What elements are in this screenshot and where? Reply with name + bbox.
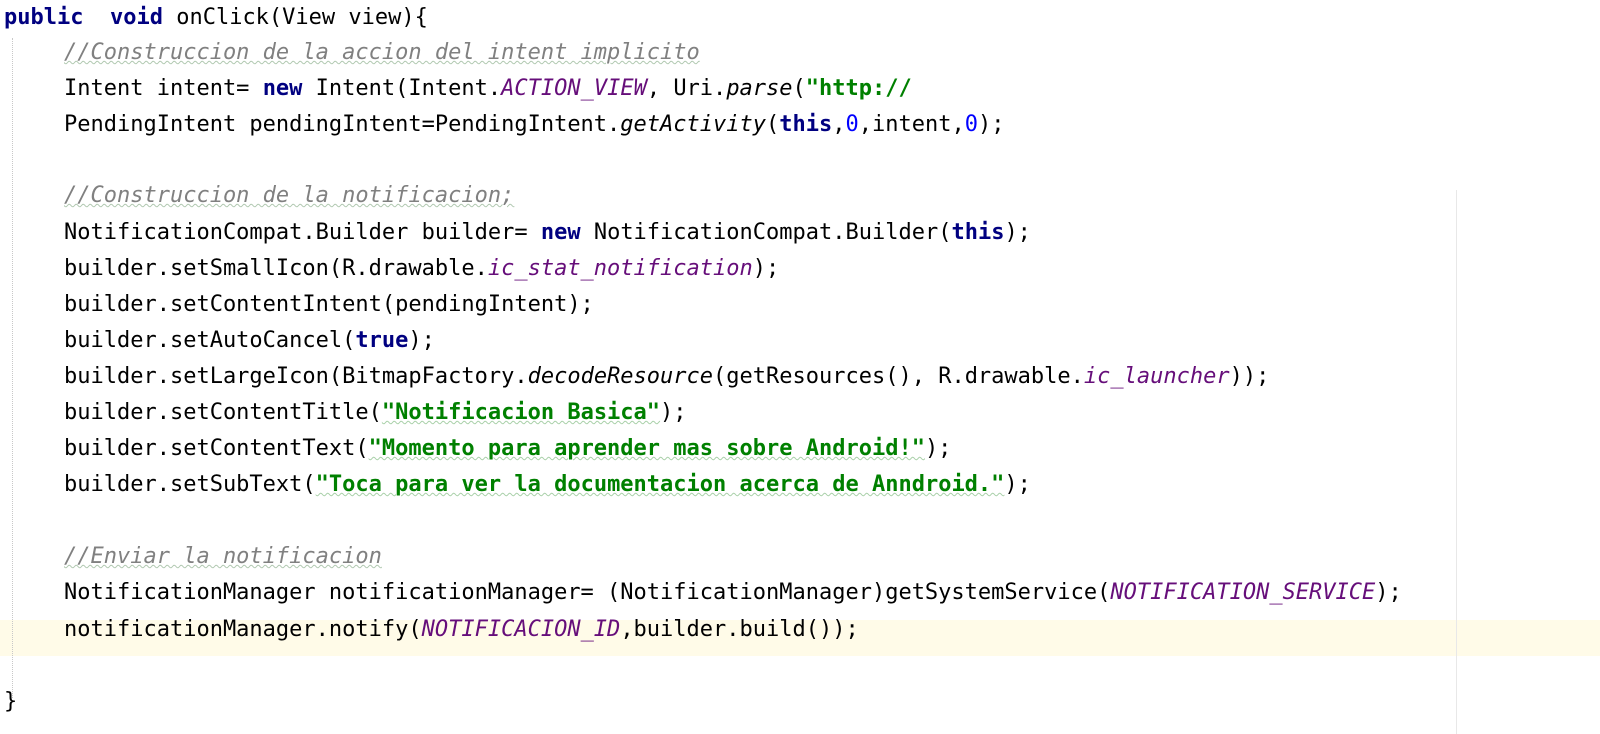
code-text: notificationManager.notify( (64, 617, 422, 642)
code-line-6[interactable]: //Construccion de la notificacion; (64, 178, 514, 214)
code-line-1[interactable]: public void onClick(View view){ (4, 0, 428, 36)
string-literal: "Toca para ver la documentacion acerca d… (315, 472, 1005, 497)
code-text: NotificationCompat.Builder builder= (64, 220, 541, 245)
code-text: builder.setLargeIcon(BitmapFactory. (64, 364, 528, 389)
constant-field: NOTIFICACION_ID (421, 617, 621, 642)
code-text: builder.setSubText( (64, 472, 316, 497)
code-line-20[interactable]: } (4, 684, 17, 720)
code-line-7[interactable]: NotificationCompat.Builder builder= new … (64, 215, 1031, 251)
method-signature: onClick(View view){ (162, 5, 428, 30)
code-text: NotificationManager notificationManager=… (64, 580, 1111, 605)
code-text: NotificationCompat.Builder( (580, 220, 952, 245)
code-text: , Uri. (646, 76, 727, 101)
keyword-void: void (109, 5, 163, 30)
constant-field: ACTION_VIEW (501, 76, 647, 101)
code-text: PendingIntent pendingIntent=PendingInten… (64, 112, 621, 137)
code-text: ); (1004, 472, 1031, 497)
comment: //Construccion de la accion del intent i… (64, 40, 700, 65)
code-text: ); (408, 328, 435, 353)
code-text: ( (792, 76, 806, 101)
code-line-8[interactable]: builder.setSmallIcon(R.drawable.ic_stat_… (64, 251, 779, 287)
code-line-17[interactable]: NotificationManager notificationManager=… (64, 575, 1402, 611)
static-method: parse (726, 76, 793, 101)
static-method: getActivity (620, 112, 766, 137)
indent-guide (12, 38, 13, 698)
code-line-4[interactable]: PendingIntent pendingIntent=PendingInten… (64, 107, 1004, 143)
comment: //Enviar la notificacion (64, 544, 382, 569)
string-literal: "Notificacion Basica" (381, 400, 661, 425)
code-line-10[interactable]: builder.setAutoCancel(true); (64, 323, 435, 359)
keyword-this: this (779, 112, 833, 137)
code-line-11[interactable]: builder.setLargeIcon(BitmapFactory.decod… (64, 359, 1269, 395)
code-text: ); (924, 436, 952, 461)
static-method: decodeResource (527, 364, 714, 389)
keyword-new: new (262, 76, 303, 101)
code-text: Intent(Intent. (302, 76, 502, 101)
number-literal: 0 (845, 112, 859, 137)
string-literal: "http:// (805, 76, 912, 101)
code-text: (getResources(), R.drawable. (713, 364, 1084, 389)
code-text: ); (660, 400, 687, 425)
resource-field: ic_launcher (1083, 364, 1230, 389)
code-line-16[interactable]: //Enviar la notificacion (64, 539, 382, 575)
code-text: builder.setContentTitle( (64, 400, 382, 425)
keyword-true: true (355, 328, 409, 353)
code-editor[interactable]: public void onClick(View view){ //Constr… (0, 0, 1600, 734)
code-text: ); (1375, 580, 1402, 605)
code-text: ,intent, (858, 112, 965, 137)
code-text: , (832, 112, 846, 137)
code-line-13[interactable]: builder.setContentText("Momento para apr… (64, 431, 951, 467)
keyword-new: new (540, 220, 581, 245)
code-line-9[interactable]: builder.setContentIntent(pendingIntent); (64, 287, 594, 323)
code-text: builder.setAutoCancel( (64, 328, 356, 353)
resource-field: ic_stat_notification (487, 256, 753, 281)
code-line-18[interactable]: notificationManager.notify(NOTIFICACION_… (64, 612, 859, 648)
code-text: ); (1004, 220, 1031, 245)
string-literal: "Momento para aprender mas sobre Android… (368, 436, 925, 461)
code-text: builder.setContentText( (64, 436, 369, 461)
code-text: )); (1229, 364, 1270, 389)
comment: //Construccion de la notificacion; (64, 183, 515, 208)
code-text: builder.setContentIntent(pendingIntent); (64, 292, 594, 317)
code-text: Intent intent= (64, 76, 263, 101)
closing-brace: } (4, 689, 18, 714)
code-line-2[interactable]: //Construccion de la accion del intent i… (64, 35, 700, 71)
code-text: builder.setSmallIcon(R.drawable. (64, 256, 488, 281)
right-margin-guide (1456, 190, 1457, 734)
code-line-3[interactable]: Intent intent= new Intent(Intent.ACTION_… (64, 71, 912, 107)
keyword-this: this (951, 220, 1005, 245)
code-text: ); (977, 112, 1005, 137)
code-text: ,builder.build()); (620, 617, 859, 642)
code-text: ); (752, 256, 780, 281)
code-line-12[interactable]: builder.setContentTitle("Notificacion Ba… (64, 395, 687, 431)
constant-field: NOTIFICATION_SERVICE (1110, 580, 1376, 605)
code-text: ( (766, 112, 780, 137)
number-literal: 0 (964, 112, 978, 137)
code-line-14[interactable]: builder.setSubText("Toca para ver la doc… (64, 467, 1031, 503)
keyword-public: public (4, 5, 84, 30)
